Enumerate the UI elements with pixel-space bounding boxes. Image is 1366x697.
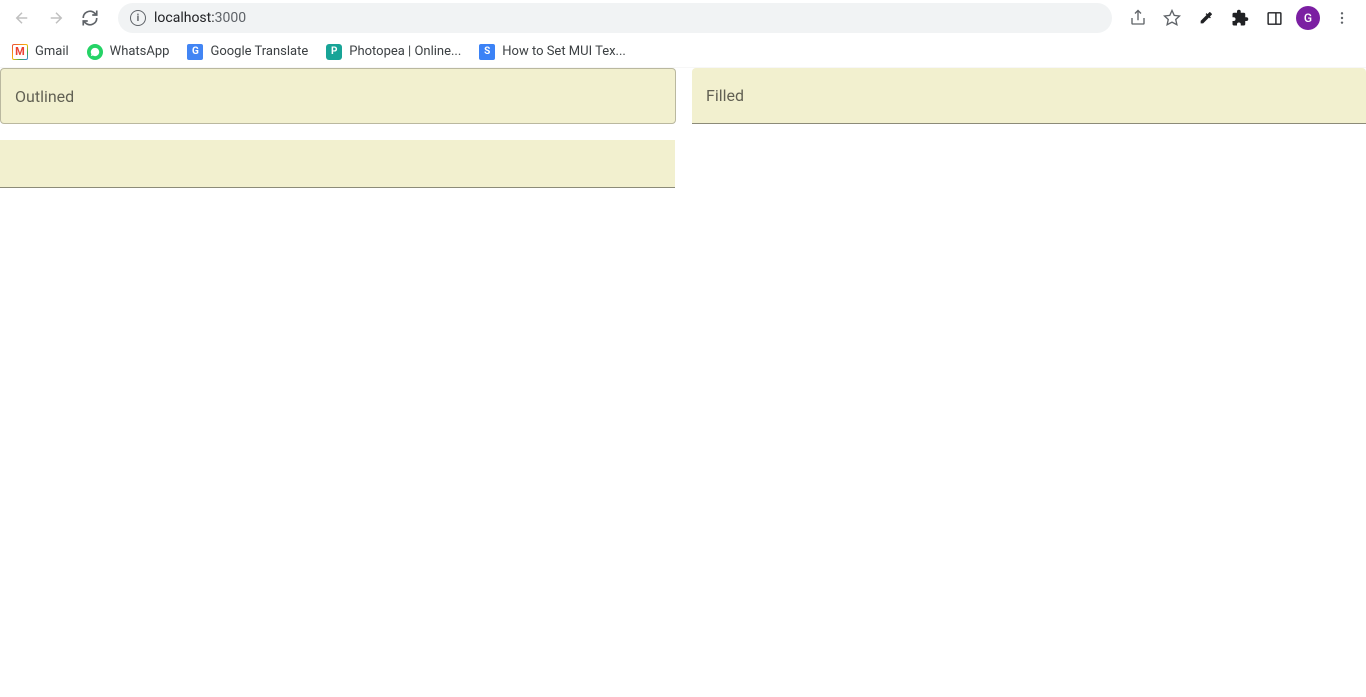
- site-info-icon[interactable]: i: [130, 10, 146, 26]
- eyedropper-button[interactable]: [1194, 6, 1218, 30]
- bookmark-label: Gmail: [35, 44, 69, 59]
- outlined-label: Outlined: [15, 87, 74, 106]
- eyedropper-icon: [1198, 10, 1214, 26]
- translate-icon: G: [187, 44, 203, 60]
- arrow-right-icon: [47, 9, 65, 27]
- side-panel-icon: [1266, 10, 1283, 27]
- url-port: 3000: [215, 10, 246, 26]
- gmail-icon: [12, 44, 28, 60]
- bookmark-whatsapp[interactable]: WhatsApp: [87, 44, 170, 60]
- side-panel-button[interactable]: [1262, 6, 1286, 30]
- extensions-button[interactable]: [1228, 6, 1252, 30]
- bookmark-label: Photopea | Online...: [349, 44, 461, 59]
- bookmark-label: WhatsApp: [110, 44, 170, 59]
- photopea-icon: P: [326, 44, 342, 60]
- fields-row: Outlined Filled: [0, 68, 1366, 124]
- url-host: localhost:: [154, 10, 215, 26]
- bookmark-mui-textfield[interactable]: S How to Set MUI Tex...: [479, 44, 626, 60]
- standard-textfield[interactable]: [0, 140, 675, 188]
- page-content: Outlined Filled: [0, 68, 1366, 188]
- bookmark-google-translate[interactable]: G Google Translate: [187, 44, 308, 60]
- filled-label: Filled: [706, 86, 744, 105]
- url-text: localhost:3000: [154, 10, 246, 26]
- share-icon: [1129, 9, 1147, 27]
- forward-button[interactable]: [42, 4, 70, 32]
- bookmarks-bar: Gmail WhatsApp G Google Translate P Phot…: [0, 36, 1366, 68]
- puzzle-icon: [1231, 9, 1249, 27]
- avatar-letter: G: [1304, 11, 1312, 25]
- kebab-icon: [1334, 10, 1350, 26]
- arrow-left-icon: [13, 9, 31, 27]
- whatsapp-icon: [87, 44, 103, 60]
- filled-textfield[interactable]: Filled: [692, 68, 1366, 124]
- share-button[interactable]: [1126, 6, 1150, 30]
- toolbar-right: G: [1126, 6, 1358, 30]
- bookmark-label: How to Set MUI Tex...: [502, 44, 626, 59]
- stackoverflow-icon: S: [479, 44, 495, 60]
- outlined-textfield[interactable]: Outlined: [0, 68, 676, 124]
- star-icon: [1163, 9, 1181, 27]
- bookmark-label: Google Translate: [210, 44, 308, 59]
- bookmark-star-button[interactable]: [1160, 6, 1184, 30]
- bookmark-photopea[interactable]: P Photopea | Online...: [326, 44, 461, 60]
- reload-icon: [81, 9, 99, 27]
- bookmark-gmail[interactable]: Gmail: [12, 44, 69, 60]
- address-bar[interactable]: i localhost:3000: [118, 3, 1112, 33]
- reload-button[interactable]: [76, 4, 104, 32]
- profile-avatar[interactable]: G: [1296, 6, 1320, 30]
- back-button[interactable]: [8, 4, 36, 32]
- browser-toolbar: i localhost:3000 G: [0, 0, 1366, 36]
- menu-button[interactable]: [1330, 6, 1354, 30]
